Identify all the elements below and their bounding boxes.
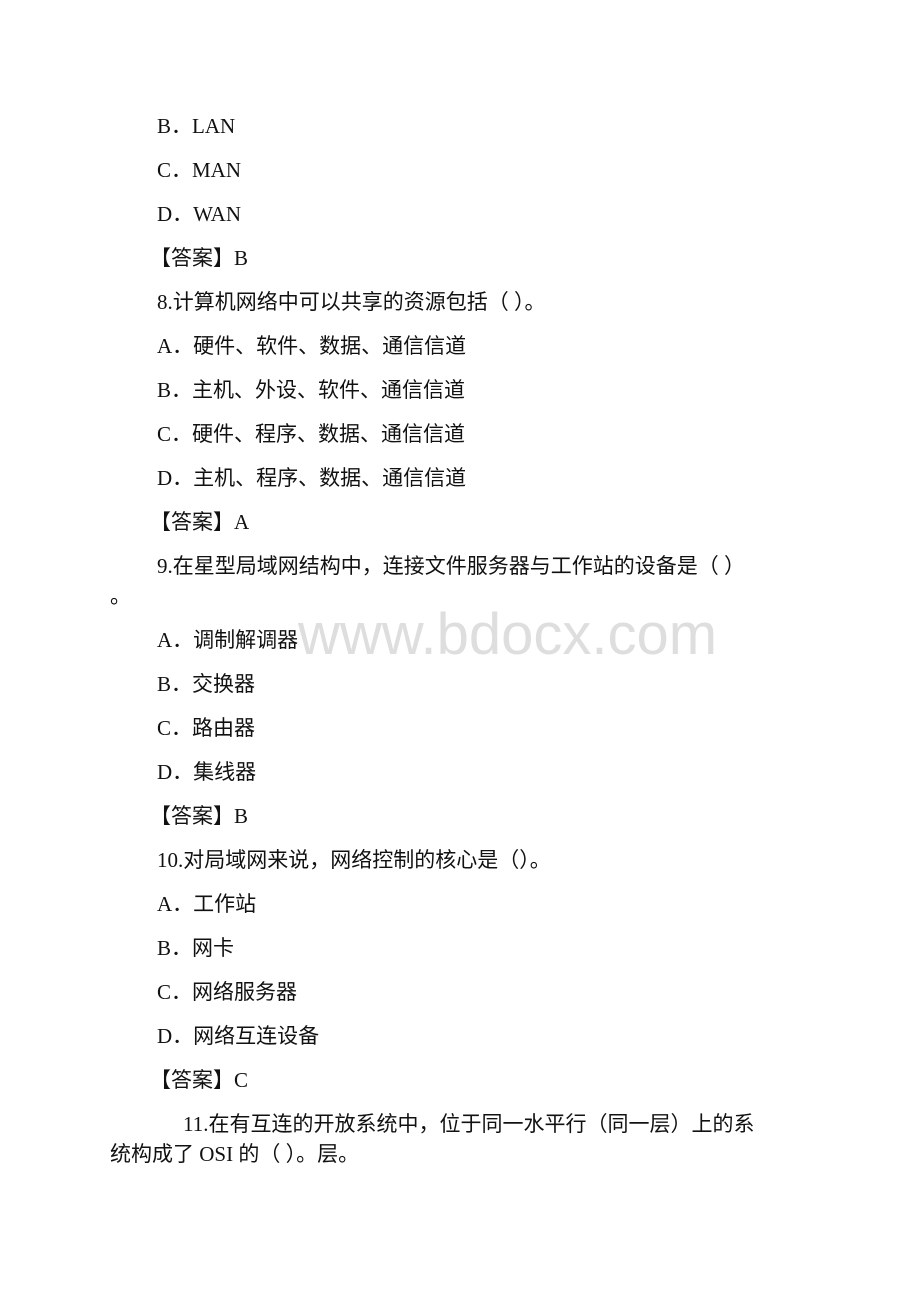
q8-option-b: B．主机、外设、软件、通信信道: [157, 378, 466, 402]
q8-question: 8.计算机网络中可以共享的资源包括（ ）。: [157, 290, 546, 314]
q9-question-wrap: 。: [110, 584, 131, 608]
q10-option-a: A．工作站: [157, 892, 257, 916]
q10-option-c: C．网络服务器: [157, 980, 298, 1004]
q9-question: 9.在星型局域网结构中，连接文件服务器与工作站的设备是（ ）: [157, 554, 745, 578]
q9-option-d: D．集线器: [157, 760, 257, 784]
q9-option-c: C．路由器: [157, 716, 256, 740]
q10-option-d: D．网络互连设备: [157, 1024, 320, 1048]
q11-question-line2: 统构成了 OSI 的（ ）。层。: [110, 1142, 360, 1166]
q8-answer: 【答案】A: [150, 510, 250, 534]
q7-option-d: D．WAN: [157, 202, 241, 226]
q10-question: 10.对局域网来说，网络控制的核心是（）。: [157, 848, 551, 872]
q8-option-a: A．硬件、软件、数据、通信信道: [157, 334, 467, 358]
q7-option-b: B．LAN: [157, 114, 236, 138]
q8-option-d: D．主机、程序、数据、通信信道: [157, 466, 467, 490]
q10-answer: 【答案】C: [150, 1068, 249, 1092]
document-page: B．LAN C．MAN D．WAN 【答案】B 8.计算机网络中可以共享的资源包…: [0, 0, 920, 1302]
q8-option-c: C．硬件、程序、数据、通信信道: [157, 422, 466, 446]
q9-answer: 【答案】B: [150, 804, 249, 828]
q7-answer: 【答案】B: [150, 246, 249, 270]
q10-option-b: B．网卡: [157, 936, 235, 960]
q7-option-c: C．MAN: [157, 158, 242, 182]
q11-question-line1: 11.在有互连的开放系统中，位于同一水平行（同一层）上的系: [183, 1112, 755, 1136]
q9-option-a: A．调制解调器: [157, 628, 299, 652]
q9-option-b: B．交换器: [157, 672, 256, 696]
